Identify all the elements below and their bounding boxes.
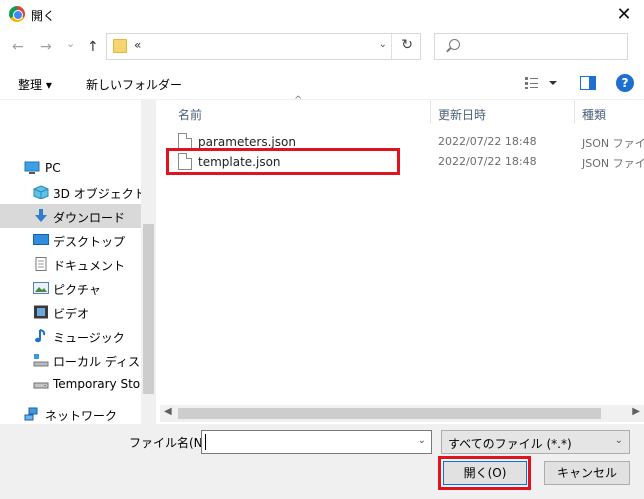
cancel-button[interactable]: キャンセル (544, 461, 630, 485)
folder-icon (113, 39, 127, 53)
disk-icon (33, 354, 49, 367)
recent-locations-button[interactable]: ⌄ (66, 37, 75, 50)
filetype-value: すべてのファイル (*.*) (448, 437, 572, 451)
sidebar-item-videos[interactable]: ビデオ (0, 300, 141, 324)
search-box[interactable] (434, 33, 628, 60)
sidebar-item-documents[interactable]: ドキュメント (0, 252, 141, 276)
new-folder-button[interactable]: 新しいフォルダー (86, 76, 182, 93)
pc-icon (24, 161, 40, 174)
address-bar[interactable]: « ⌄ ↻ (106, 33, 421, 60)
scroll-right-icon[interactable]: ▶ (632, 406, 640, 417)
help-button[interactable]: ? (616, 74, 634, 92)
video-icon (34, 305, 48, 319)
sidebar-item-label: Temporary Stora (53, 377, 153, 391)
chevron-down-icon: ⌄ (614, 435, 623, 446)
filetype-select[interactable]: すべてのファイル (*.*) ⌄ (441, 430, 630, 454)
file-modified: 2022/07/22 18:48 (438, 155, 537, 168)
sidebar-item-downloads[interactable]: ダウンロード (0, 204, 141, 228)
up-button[interactable]: ↑ (87, 39, 99, 55)
sidebar-scrollbar-thumb[interactable] (143, 224, 154, 394)
sidebar-item-label: ネットワーク (45, 409, 118, 423)
sidebar-item-pictures[interactable]: ピクチャ (0, 276, 141, 300)
chevron-down-icon[interactable]: ⌄ (418, 435, 426, 446)
highlight-open-button (438, 456, 531, 490)
documents-icon (35, 257, 47, 271)
search-icon (449, 39, 460, 50)
pictures-icon (33, 282, 49, 294)
column-header-type[interactable]: 種類 (582, 100, 644, 128)
file-name: parameters.json (198, 135, 296, 149)
sidebar-item-music[interactable]: ミュージック (0, 324, 141, 348)
sidebar-item-local-disk[interactable]: ローカル ディスク (C (0, 348, 156, 372)
forward-button[interactable]: → (40, 39, 52, 55)
horizontal-scrollbar[interactable]: ◀ ▶ (160, 405, 644, 422)
preview-pane-icon (580, 76, 596, 90)
3d-objects-icon (33, 185, 49, 199)
organize-button[interactable]: 整理 ▾ (18, 76, 52, 93)
desktop-icon (33, 234, 49, 245)
file-type: JSON ファイル (582, 157, 644, 170)
window-title: 開く (31, 9, 56, 23)
back-button[interactable]: ← (12, 39, 24, 55)
network-icon (24, 407, 38, 421)
filename-input[interactable]: ⌄ (201, 430, 432, 454)
navigation-pane: PC 3D オブジェクト ダウンロード デスクトップ ドキュメント ピクチャ ビ… (0, 100, 156, 424)
filename-label: ファイル名(N): (129, 436, 212, 450)
file-type: JSON ファイル (582, 137, 644, 150)
chrome-icon (9, 6, 25, 22)
view-list-icon (525, 77, 557, 89)
highlight-template-file (166, 148, 400, 175)
refresh-button[interactable]: ↻ (401, 37, 413, 53)
music-icon (35, 329, 46, 343)
column-header-name[interactable]: 名前 (178, 100, 428, 128)
sidebar-item-3d-objects[interactable]: 3D オブジェクト (0, 180, 146, 204)
text-cursor (205, 434, 206, 450)
file-modified: 2022/07/22 18:48 (438, 135, 537, 148)
sidebar-item-label: ピクチャ (53, 283, 101, 297)
horizontal-scrollbar-thumb[interactable] (178, 408, 601, 419)
sidebar-item-pc[interactable]: PC (0, 156, 141, 180)
view-options-button[interactable] (525, 76, 561, 93)
sidebar-item-label: ドキュメント (53, 259, 126, 273)
scroll-left-icon[interactable]: ◀ (164, 406, 172, 417)
chevron-down-icon[interactable]: ⌄ (379, 39, 387, 50)
command-bar: 整理 ▾ 新しいフォルダー ? (0, 68, 644, 100)
drive-icon (33, 382, 49, 389)
sidebar-item-label: 3D オブジェクト (53, 187, 146, 201)
sidebar-item-temporary-storage[interactable]: Temporary Stora (0, 372, 152, 396)
close-button[interactable]: ✕ (604, 0, 644, 30)
column-separator[interactable] (574, 100, 575, 124)
sidebar-item-network[interactable]: ネットワーク (0, 402, 141, 424)
sidebar-item-label: PC (45, 161, 61, 175)
address-separator (391, 34, 392, 59)
title-bar: 開く ✕ (0, 0, 644, 30)
sidebar-item-label: デスクトップ (53, 235, 126, 249)
column-header-modified[interactable]: 更新日時 (438, 100, 568, 128)
download-icon (35, 209, 47, 222)
column-separator[interactable] (430, 100, 431, 124)
address-breadcrumb[interactable]: « (134, 38, 141, 52)
sidebar-item-label: ミュージック (53, 331, 125, 345)
sidebar-item-desktop[interactable]: デスクトップ (0, 228, 141, 252)
sidebar-item-label: ビデオ (53, 307, 90, 321)
preview-pane-button[interactable] (580, 76, 596, 93)
sidebar-item-label: ダウンロード (53, 211, 126, 225)
